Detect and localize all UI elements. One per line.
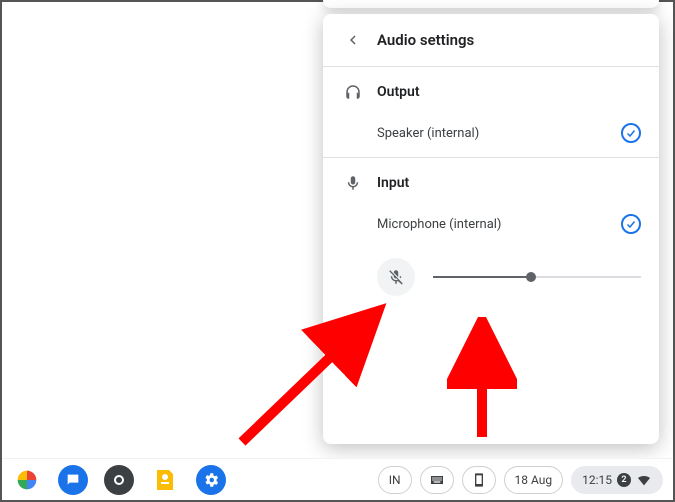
- mic-icon: [344, 174, 362, 192]
- output-device-row[interactable]: Speaker (internal): [341, 123, 641, 143]
- input-label: Input: [377, 175, 409, 191]
- selected-check-icon: [621, 214, 641, 234]
- photos-icon[interactable]: [12, 465, 42, 495]
- system-tray[interactable]: 12:15 2: [571, 466, 663, 494]
- shelf-app-icons: [12, 465, 226, 495]
- messages-icon[interactable]: [58, 465, 88, 495]
- input-device-row[interactable]: Microphone (internal): [341, 214, 641, 234]
- date-label: 18 Aug: [515, 473, 553, 487]
- mic-gain-slider[interactable]: [433, 267, 641, 287]
- input-section: Input Microphone (internal): [323, 157, 659, 310]
- taskbar-shelf: IN 18 Aug 12:15 2: [2, 458, 673, 500]
- panel-header: Audio settings: [323, 14, 659, 66]
- headphones-icon: [344, 83, 362, 101]
- settings-icon[interactable]: [196, 465, 226, 495]
- output-section-header: Output: [341, 83, 641, 101]
- input-section-header: Input: [341, 174, 641, 192]
- input-device-name: Microphone (internal): [377, 217, 621, 232]
- date-indicator[interactable]: 18 Aug: [504, 466, 564, 494]
- virtual-keyboard-button[interactable]: [420, 466, 454, 494]
- chevron-left-icon: [344, 31, 362, 49]
- slider-fill: [433, 276, 531, 278]
- output-section: Output Speaker (internal): [323, 66, 659, 157]
- slider-thumb[interactable]: [526, 272, 536, 282]
- phone-hub-button[interactable]: [462, 466, 496, 494]
- status-area: IN 18 Aug 12:15 2: [378, 466, 663, 494]
- clock-label: 12:15: [582, 473, 612, 487]
- panel-title: Audio settings: [377, 31, 474, 49]
- audio-settings-panel: Audio settings Output Speaker (internal)…: [323, 14, 659, 444]
- ime-indicator[interactable]: IN: [378, 466, 412, 494]
- keep-icon[interactable]: [150, 465, 180, 495]
- ime-label: IN: [389, 473, 401, 487]
- keyboard-icon: [429, 472, 445, 488]
- output-device-name: Speaker (internal): [377, 126, 621, 141]
- selected-check-icon: [621, 123, 641, 143]
- wifi-icon: [636, 472, 652, 488]
- notification-badge: 2: [617, 473, 631, 487]
- mic-mute-button[interactable]: [377, 258, 415, 296]
- back-button[interactable]: [337, 24, 369, 56]
- phone-icon: [471, 472, 487, 488]
- circle-app-icon[interactable]: [104, 465, 134, 495]
- mic-controls: [341, 258, 641, 296]
- output-label: Output: [377, 84, 420, 100]
- mic-off-icon: [387, 268, 405, 286]
